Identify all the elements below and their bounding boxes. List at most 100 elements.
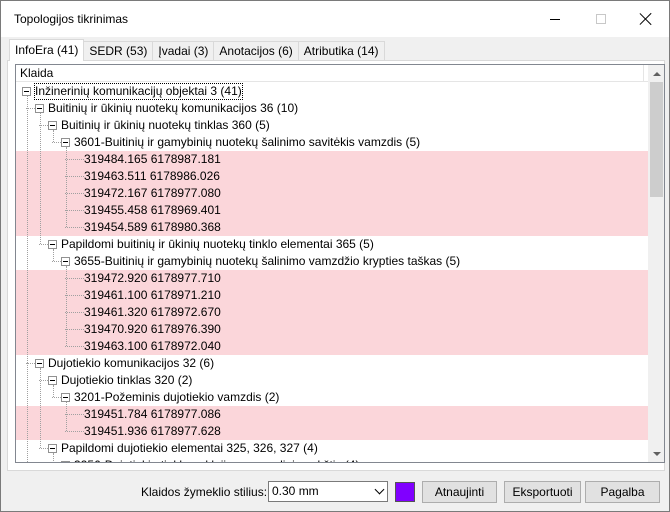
export-button[interactable]: Eksportuoti <box>504 481 581 503</box>
coordinate-label: 319472.167 6178977.080 <box>84 186 221 200</box>
marker-color-swatch[interactable] <box>395 482 415 502</box>
tree-guide-line <box>40 368 41 448</box>
vertical-scrollbar[interactable] <box>648 65 664 462</box>
collapse-icon[interactable] <box>61 257 70 266</box>
node-label: 3655-Buitinių ir gamybinių nuotekų šalin… <box>74 254 461 268</box>
error-coordinate-row[interactable]: 319455.458 6178969.401 <box>16 202 648 219</box>
close-icon <box>640 13 652 25</box>
title-bar[interactable]: Topologijos tikrinimas <box>1 1 669 37</box>
node-label: Dujotiekio tinklas 320 (2) <box>61 373 193 387</box>
coordinate-label: 319484.165 6178987.181 <box>84 152 221 166</box>
minimize-button[interactable] <box>532 1 578 37</box>
tree-connector <box>65 278 84 279</box>
arrow-down-icon <box>652 451 661 456</box>
error-coordinate-row[interactable]: 319472.167 6178977.080 <box>16 185 648 202</box>
main-window: Topologijos tikrinimas InfoEra (41) SEDR … <box>0 0 670 512</box>
tree-guide-line <box>66 266 67 346</box>
error-coordinate-row[interactable]: 319470.920 6178976.390 <box>16 321 648 338</box>
tree-group-row[interactable]: 3601-Buitinių ir gamybinių nuotekų šalin… <box>16 134 648 151</box>
tab-2[interactable]: Įvadai (3) <box>152 41 215 61</box>
tree-group-row[interactable]: Inžinerinių komunikacijų objektai 3 (41) <box>16 83 648 100</box>
error-coordinate-row[interactable]: 319472.920 6178977.710 <box>16 270 648 287</box>
marker-style-label: Klaidos žymeklio stilius: <box>141 485 268 499</box>
refresh-button[interactable]: Atnaujinti <box>422 481 497 503</box>
tree-group-row[interactable]: 3655-Buitinių ir gamybinių nuotekų šalin… <box>16 253 648 270</box>
tree-connector <box>52 142 61 143</box>
node-label: Buitinių ir ūkinių nuotekų tinklas 360 (… <box>61 118 270 132</box>
tab-strip: InfoEra (41) SEDR (53) Įvadai (3) Anotacijo… <box>9 39 385 61</box>
line-width-select[interactable]: 0.30 mm <box>268 481 388 502</box>
window-title: Topologijos tikrinimas <box>14 12 129 26</box>
minimize-icon <box>550 18 560 20</box>
tree-group-row[interactable]: 3201-Požeminis dujotiekio vamzdis (2) <box>16 389 648 406</box>
tree-connector <box>65 346 84 347</box>
tree-group-row[interactable]: 3256-Dujotiekio tinklo paklojimo normali… <box>16 457 648 462</box>
tree-connector <box>65 176 84 177</box>
error-coordinate-row[interactable]: 319461.320 6178972.670 <box>16 304 648 321</box>
tree-guide-line <box>66 147 67 227</box>
node-label: Dujotiekio komunikacijos 32 (6) <box>48 356 215 370</box>
close-button[interactable] <box>623 1 669 37</box>
collapse-icon[interactable] <box>22 87 31 96</box>
tree-guide-line <box>53 385 54 397</box>
tree-connector <box>39 448 48 449</box>
tab-1[interactable]: SEDR (53) <box>83 41 154 61</box>
node-label: Inžinerinių komunikacijų objektai 3 (41) <box>34 83 243 100</box>
tree-group-row[interactable]: Dujotiekio tinklas 320 (2) <box>16 372 648 389</box>
tree-guide-line <box>53 453 54 462</box>
scrollbar-thumb[interactable] <box>650 82 663 197</box>
tree-connector <box>65 193 84 194</box>
coordinate-label: 319470.920 6178976.390 <box>84 322 221 336</box>
tree-guide-line <box>27 363 28 462</box>
help-button[interactable]: Pagalba <box>585 481 660 503</box>
error-coordinate-row[interactable]: 319454.589 6178980.368 <box>16 219 648 236</box>
node-label: 3201-Požeminis dujotiekio vamzdis (2) <box>74 390 280 404</box>
tree-connector <box>65 227 84 228</box>
collapse-icon[interactable] <box>35 359 44 368</box>
tree-guide-line <box>53 249 54 261</box>
error-coordinate-row[interactable]: 319484.165 6178987.181 <box>16 151 648 168</box>
column-header-error[interactable]: Klaida <box>16 65 648 82</box>
collapse-icon[interactable] <box>48 376 57 385</box>
tree-group-row[interactable]: Buitinių ir ūkinių nuotekų komunikacijos… <box>16 100 648 117</box>
tree-group-row[interactable]: Papildomi dujotiekio elementai 325, 326,… <box>16 440 648 457</box>
tab-4[interactable]: Atributika (14) <box>297 41 385 61</box>
tree-group-row[interactable]: Dujotiekio komunikacijos 32 (6) <box>16 355 648 372</box>
error-tree[interactable]: Klaida Inžinerinių komunikacijų objektai… <box>15 64 665 463</box>
error-coordinate-row[interactable]: 319463.100 6178972.040 <box>16 338 648 355</box>
tree-guide-line <box>66 402 67 431</box>
maximize-button[interactable] <box>578 1 624 37</box>
tree-group-row[interactable]: Buitinių ir ūkinių nuotekų tinklas 360 (… <box>16 117 648 134</box>
collapse-icon[interactable] <box>35 104 44 113</box>
line-width-value: 0.30 mm <box>272 484 319 498</box>
collapse-icon[interactable] <box>61 138 70 147</box>
tree-group-row[interactable]: Papildomi buitinių ir ūkinių nuotekų tin… <box>16 236 648 253</box>
tab-0[interactable]: InfoEra (41) <box>9 39 85 61</box>
scroll-up-button[interactable] <box>648 65 664 82</box>
collapse-icon[interactable] <box>48 444 57 453</box>
scroll-down-button[interactable] <box>648 445 664 462</box>
coordinate-label: 319455.458 6178969.401 <box>84 203 221 217</box>
collapse-icon[interactable] <box>61 461 70 462</box>
coordinate-label: 319463.100 6178972.040 <box>84 339 221 353</box>
tree-connector <box>52 261 61 262</box>
collapse-icon[interactable] <box>61 393 70 402</box>
error-coordinate-row[interactable]: 319451.936 6178977.628 <box>16 423 648 440</box>
tree-connector <box>65 295 84 296</box>
coordinate-label: 319451.784 6178977.086 <box>84 407 221 421</box>
node-label: 3601-Buitinių ir gamybinių nuotekų šalin… <box>74 135 421 149</box>
error-coordinate-row[interactable]: 319463.511 6178986.026 <box>16 168 648 185</box>
tree-guide-line <box>27 96 28 363</box>
tree-connector <box>65 414 84 415</box>
tree-connector <box>65 431 84 432</box>
bottom-toolbar: Klaidos žymeklio stilius: 0.30 mm Atnauj… <box>1 473 669 511</box>
collapse-icon[interactable] <box>48 121 57 130</box>
error-coordinate-row[interactable]: 319461.100 6178971.210 <box>16 287 648 304</box>
tree-guide-line <box>53 130 54 142</box>
tree-guide-line <box>40 113 41 244</box>
error-coordinate-row[interactable]: 319451.784 6178977.086 <box>16 406 648 423</box>
tree-connector <box>65 312 84 313</box>
collapse-icon[interactable] <box>48 240 57 249</box>
tab-3[interactable]: Anotacijos (6) <box>213 41 299 61</box>
node-label: Papildomi buitinių ir ūkinių nuotekų tin… <box>61 237 374 251</box>
